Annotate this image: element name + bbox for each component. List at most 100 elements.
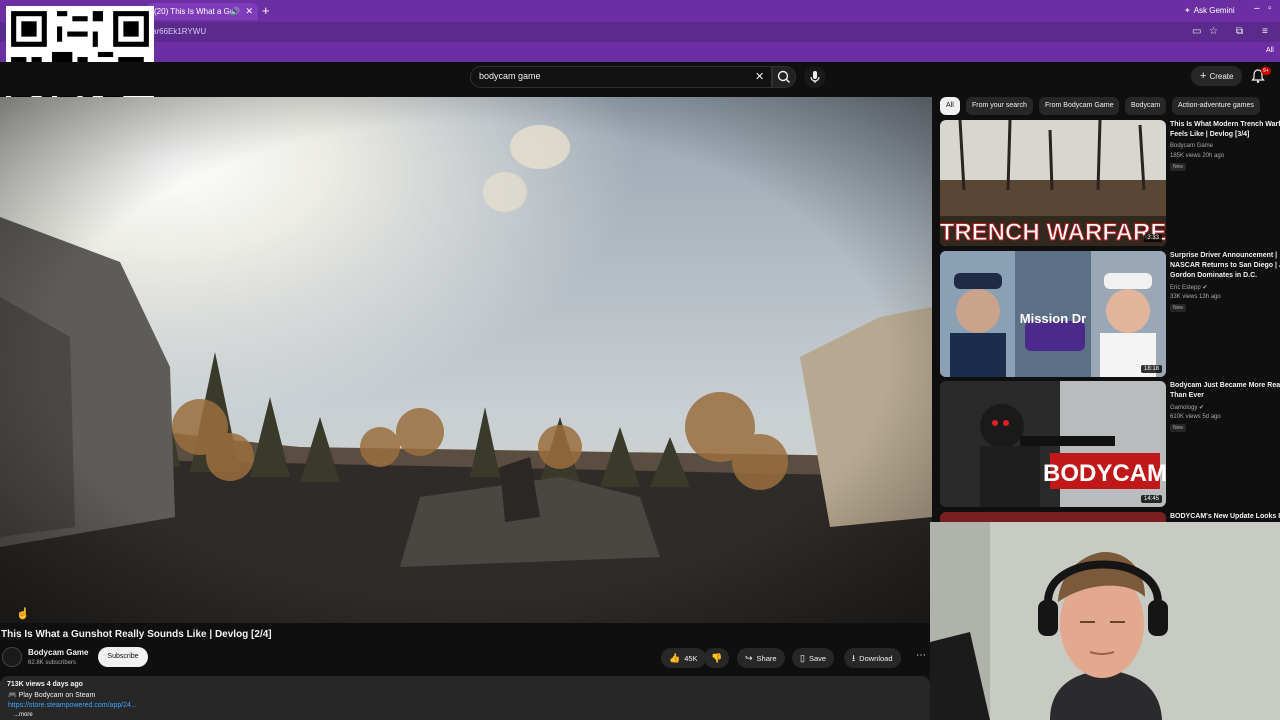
- channel-name[interactable]: Bodycam Game: [28, 648, 88, 657]
- thumbnail-image: Mission Dr: [940, 251, 1166, 377]
- verified-icon: ✔: [1202, 285, 1208, 291]
- bookmarks-bar: All: [0, 42, 1280, 62]
- recommended-video[interactable]: TRENCH WARFARE 3:33 This Is What Modern …: [940, 120, 1280, 246]
- download-button[interactable]: ⭳ Download: [844, 648, 901, 668]
- url-text[interactable]: ar66Ek1RYWU: [152, 27, 206, 36]
- like-count: 45K: [684, 654, 698, 663]
- recommended-video[interactable]: Mission Dr 18:18 Surprise Driver Announc…: [940, 251, 1280, 377]
- streamer-image: [930, 522, 1280, 720]
- video-channel[interactable]: Eric Estepp ✔: [1170, 284, 1207, 291]
- video-title-line[interactable]: BODYCAM's New Update Looks INSANE: [1170, 512, 1280, 522]
- video-thumbnail[interactable]: [940, 512, 1166, 522]
- video-title-line[interactable]: Gordon Dominates in D.C.: [1170, 271, 1280, 281]
- video-title-line[interactable]: Feels Like | Devlog [3/4]: [1170, 130, 1280, 140]
- all-bookmarks-link[interactable]: All: [1266, 47, 1274, 54]
- search-button[interactable]: [772, 66, 796, 88]
- video-meta: 610K views 5d ago: [1170, 414, 1221, 420]
- browser-tab-bar: (20) This Is What a Gunshot 🔊 ✕ + ✦Ask G…: [0, 0, 1280, 22]
- voice-search-button[interactable]: [804, 66, 826, 88]
- thumbs-up-icon: 👍: [669, 653, 681, 663]
- chip-action-adventure[interactable]: Action-adventure games: [1172, 97, 1260, 115]
- create-button[interactable]: + Create: [1191, 66, 1242, 86]
- save-button[interactable]: ▯ Save: [792, 648, 835, 668]
- chip-from-bodycam-game[interactable]: From Bodycam Game: [1039, 97, 1120, 115]
- microphone-icon: [810, 71, 820, 83]
- share-arrow-icon: ↪: [745, 653, 753, 663]
- speaker-icon[interactable]: 🔊: [230, 3, 240, 20]
- more-actions-icon[interactable]: ⋯: [916, 650, 926, 661]
- search-icon: [777, 70, 790, 83]
- dislike-button[interactable]: 👎: [704, 648, 730, 668]
- video-title-line[interactable]: Bodycam Just Became More Realistic: [1170, 381, 1280, 391]
- new-badge: New: [1170, 304, 1187, 312]
- create-label: Create: [1209, 72, 1234, 81]
- video-player[interactable]: [0, 97, 932, 623]
- menu-icon[interactable]: ≡: [1262, 26, 1268, 37]
- ask-gemini-label: Ask Gemini: [1193, 6, 1235, 15]
- video-duration: 14:45: [1140, 495, 1162, 503]
- maximize-icon[interactable]: ▫: [1268, 3, 1272, 14]
- bookmark-icon: ▯: [800, 653, 805, 663]
- sparkle-icon: ✦: [1184, 6, 1191, 15]
- thumbnail-text: BODYCAM: [1043, 460, 1166, 487]
- video-title: This Is What a Gunshot Really Sounds Lik…: [1, 629, 272, 640]
- channel-name: Eric Estepp: [1170, 285, 1201, 291]
- video-title-line[interactable]: Than Ever: [1170, 391, 1280, 401]
- download-label: Download: [859, 654, 893, 663]
- thumbnail-text: Mission Dr: [1020, 311, 1086, 326]
- mouse-cursor-icon: ☝: [16, 608, 30, 620]
- share-button[interactable]: ↪ Share: [737, 648, 785, 668]
- minimize-icon[interactable]: –: [1254, 3, 1260, 14]
- recommended-video[interactable]: BODYCAM 14:45 Bodycam Just Became More R…: [940, 381, 1280, 507]
- chip-from-your-search[interactable]: From your search: [966, 97, 1033, 115]
- clear-search-icon[interactable]: ✕: [755, 70, 764, 83]
- search-box[interactable]: bodycam game ✕: [470, 66, 772, 88]
- video-title-line[interactable]: This Is What Modern Trench Warfare: [1170, 120, 1280, 130]
- thumbnail-image: BODYCAM: [940, 381, 1166, 507]
- thumbnail-text: TRENCH WARFARE: [940, 219, 1166, 246]
- video-frame: [0, 97, 932, 623]
- video-thumbnail[interactable]: Mission Dr 18:18: [940, 251, 1166, 377]
- thumbnail-image: TRENCH WARFARE: [940, 120, 1166, 246]
- channel-name: Gamology: [1170, 405, 1198, 411]
- close-icon[interactable]: ✕: [245, 3, 253, 20]
- show-more-link[interactable]: ...more: [14, 712, 33, 718]
- subscribe-button[interactable]: Subscribe: [98, 647, 148, 667]
- steam-link[interactable]: https://store.steampowered.com/app/24...: [8, 702, 137, 709]
- extensions-icon[interactable]: ⧉: [1236, 26, 1243, 37]
- video-thumbnail[interactable]: BODYCAM 14:45: [940, 381, 1166, 507]
- chip-bodycam[interactable]: Bodycam: [1125, 97, 1167, 115]
- new-tab-plus-icon[interactable]: +: [262, 3, 270, 18]
- video-duration: 3:33: [1144, 234, 1162, 242]
- video-channel[interactable]: Bodycam Game: [1170, 143, 1213, 149]
- video-duration: 18:18: [1140, 365, 1162, 373]
- view-count-date: 713K views 4 days ago: [7, 681, 83, 688]
- download-icon: ⭳: [852, 653, 856, 663]
- notification-count-badge: 9+: [1261, 67, 1271, 75]
- search-input[interactable]: bodycam game: [479, 71, 541, 81]
- video-thumbnail[interactable]: TRENCH WARFARE 3:33: [940, 120, 1166, 246]
- like-button[interactable]: 👍 45K: [661, 648, 706, 668]
- video-channel[interactable]: Gamology ✔: [1170, 404, 1204, 411]
- channel-avatar[interactable]: [2, 647, 22, 667]
- webcam-overlay: [930, 522, 1280, 720]
- description-line: 🎮 Play Bodycam on Steam: [8, 692, 96, 699]
- chip-all[interactable]: All: [940, 97, 960, 115]
- video-meta: 185K views 20h ago: [1170, 153, 1225, 159]
- bookmark-star-icon[interactable]: ☆: [1209, 26, 1218, 37]
- verified-icon: ✔: [1199, 405, 1205, 411]
- description-box[interactable]: [0, 676, 930, 720]
- video-meta: 33K views 13h ago: [1170, 294, 1221, 300]
- cast-icon[interactable]: ▭: [1192, 26, 1201, 37]
- address-bar: ar66Ek1RYWU ▭ ☆ ⧉ ≡: [0, 22, 1280, 42]
- ask-gemini-button[interactable]: ✦ Ask Gemini: [1184, 4, 1235, 18]
- browser-tab-active[interactable]: (20) This Is What a Gunshot 🔊 ✕: [146, 3, 258, 20]
- new-badge: New: [1170, 163, 1187, 171]
- video-title-line[interactable]: NASCAR Returns to San Diego | Jeff: [1170, 261, 1280, 271]
- save-label: Save: [808, 654, 827, 663]
- tab-title: (20) This Is What a Gunshot: [154, 7, 232, 16]
- filter-chips: All From your search From Bodycam Game B…: [940, 97, 1280, 115]
- subscriber-count: 62.8K subscribers: [28, 660, 77, 666]
- video-title-line[interactable]: Surprise Driver Announcement |: [1170, 251, 1280, 261]
- plus-icon: +: [1200, 70, 1207, 82]
